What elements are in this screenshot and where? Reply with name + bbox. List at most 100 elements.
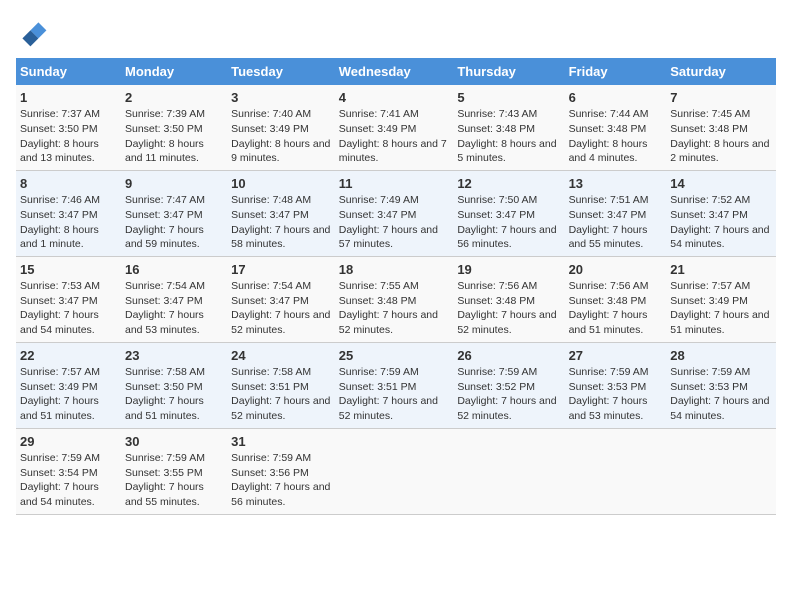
day-number: 23 — [125, 347, 223, 365]
day-number: 16 — [125, 261, 223, 279]
sunrise-text: Sunrise: 7:52 AM — [670, 193, 772, 208]
calendar-cell: 22 Sunrise: 7:57 AM Sunset: 3:49 PM Dayl… — [16, 342, 121, 428]
header-cell-wednesday: Wednesday — [335, 58, 454, 85]
sunset-text: Sunset: 3:47 PM — [231, 294, 331, 309]
sunrise-text: Sunrise: 7:54 AM — [231, 279, 331, 294]
sunset-text: Sunset: 3:47 PM — [670, 208, 772, 223]
calendar-cell: 11 Sunrise: 7:49 AM Sunset: 3:47 PM Dayl… — [335, 170, 454, 256]
calendar-cell: 18 Sunrise: 7:55 AM Sunset: 3:48 PM Dayl… — [335, 256, 454, 342]
daylight-text: Daylight: 7 hours and 55 minutes. — [569, 223, 663, 252]
calendar-cell: 19 Sunrise: 7:56 AM Sunset: 3:48 PM Dayl… — [453, 256, 564, 342]
week-row-3: 15 Sunrise: 7:53 AM Sunset: 3:47 PM Dayl… — [16, 256, 776, 342]
daylight-text: Daylight: 7 hours and 51 minutes. — [20, 394, 117, 423]
daylight-text: Daylight: 7 hours and 52 minutes. — [457, 394, 560, 423]
sunset-text: Sunset: 3:55 PM — [125, 466, 223, 481]
daylight-text: Daylight: 7 hours and 52 minutes. — [231, 308, 331, 337]
sunrise-text: Sunrise: 7:56 AM — [457, 279, 560, 294]
sunset-text: Sunset: 3:48 PM — [569, 122, 663, 137]
sunrise-text: Sunrise: 7:39 AM — [125, 107, 223, 122]
daylight-text: Daylight: 7 hours and 53 minutes. — [125, 308, 223, 337]
header-cell-tuesday: Tuesday — [227, 58, 335, 85]
daylight-text: Daylight: 8 hours and 4 minutes. — [569, 137, 663, 166]
sunset-text: Sunset: 3:47 PM — [125, 208, 223, 223]
day-number: 29 — [20, 433, 117, 451]
header-cell-thursday: Thursday — [453, 58, 564, 85]
calendar-cell: 16 Sunrise: 7:54 AM Sunset: 3:47 PM Dayl… — [121, 256, 227, 342]
sunrise-text: Sunrise: 7:59 AM — [569, 365, 663, 380]
daylight-text: Daylight: 8 hours and 7 minutes. — [339, 137, 450, 166]
sunset-text: Sunset: 3:50 PM — [125, 122, 223, 137]
sunrise-text: Sunrise: 7:44 AM — [569, 107, 663, 122]
calendar-cell — [565, 428, 667, 514]
day-number: 12 — [457, 175, 560, 193]
sunset-text: Sunset: 3:49 PM — [20, 380, 117, 395]
daylight-text: Daylight: 8 hours and 9 minutes. — [231, 137, 331, 166]
daylight-text: Daylight: 8 hours and 5 minutes. — [457, 137, 560, 166]
day-number: 18 — [339, 261, 450, 279]
sunset-text: Sunset: 3:50 PM — [20, 122, 117, 137]
sunset-text: Sunset: 3:47 PM — [125, 294, 223, 309]
daylight-text: Daylight: 7 hours and 53 minutes. — [569, 394, 663, 423]
sunrise-text: Sunrise: 7:59 AM — [231, 451, 331, 466]
sunrise-text: Sunrise: 7:49 AM — [339, 193, 450, 208]
header-row: SundayMondayTuesdayWednesdayThursdayFrid… — [16, 58, 776, 85]
sunset-text: Sunset: 3:48 PM — [670, 122, 772, 137]
sunrise-text: Sunrise: 7:59 AM — [670, 365, 772, 380]
calendar-cell: 7 Sunrise: 7:45 AM Sunset: 3:48 PM Dayli… — [666, 85, 776, 170]
calendar-table: SundayMondayTuesdayWednesdayThursdayFrid… — [16, 58, 776, 515]
sunset-text: Sunset: 3:53 PM — [670, 380, 772, 395]
day-number: 20 — [569, 261, 663, 279]
sunrise-text: Sunrise: 7:54 AM — [125, 279, 223, 294]
calendar-cell: 5 Sunrise: 7:43 AM Sunset: 3:48 PM Dayli… — [453, 85, 564, 170]
sunset-text: Sunset: 3:49 PM — [339, 122, 450, 137]
day-number: 7 — [670, 89, 772, 107]
daylight-text: Daylight: 7 hours and 52 minutes. — [457, 308, 560, 337]
daylight-text: Daylight: 8 hours and 2 minutes. — [670, 137, 772, 166]
sunset-text: Sunset: 3:51 PM — [231, 380, 331, 395]
calendar-cell: 3 Sunrise: 7:40 AM Sunset: 3:49 PM Dayli… — [227, 85, 335, 170]
sunrise-text: Sunrise: 7:59 AM — [339, 365, 450, 380]
day-number: 6 — [569, 89, 663, 107]
calendar-cell — [453, 428, 564, 514]
week-row-2: 8 Sunrise: 7:46 AM Sunset: 3:47 PM Dayli… — [16, 170, 776, 256]
calendar-cell: 29 Sunrise: 7:59 AM Sunset: 3:54 PM Dayl… — [16, 428, 121, 514]
daylight-text: Daylight: 8 hours and 1 minute. — [20, 223, 117, 252]
daylight-text: Daylight: 8 hours and 11 minutes. — [125, 137, 223, 166]
calendar-cell: 10 Sunrise: 7:48 AM Sunset: 3:47 PM Dayl… — [227, 170, 335, 256]
daylight-text: Daylight: 7 hours and 59 minutes. — [125, 223, 223, 252]
daylight-text: Daylight: 8 hours and 13 minutes. — [20, 137, 117, 166]
daylight-text: Daylight: 7 hours and 52 minutes. — [339, 308, 450, 337]
calendar-cell — [666, 428, 776, 514]
week-row-5: 29 Sunrise: 7:59 AM Sunset: 3:54 PM Dayl… — [16, 428, 776, 514]
day-number: 31 — [231, 433, 331, 451]
day-number: 4 — [339, 89, 450, 107]
sunrise-text: Sunrise: 7:40 AM — [231, 107, 331, 122]
sunrise-text: Sunrise: 7:46 AM — [20, 193, 117, 208]
sunrise-text: Sunrise: 7:45 AM — [670, 107, 772, 122]
daylight-text: Daylight: 7 hours and 54 minutes. — [20, 308, 117, 337]
calendar-cell: 8 Sunrise: 7:46 AM Sunset: 3:47 PM Dayli… — [16, 170, 121, 256]
calendar-cell: 12 Sunrise: 7:50 AM Sunset: 3:47 PM Dayl… — [453, 170, 564, 256]
sunset-text: Sunset: 3:48 PM — [457, 294, 560, 309]
sunset-text: Sunset: 3:52 PM — [457, 380, 560, 395]
calendar-cell: 24 Sunrise: 7:58 AM Sunset: 3:51 PM Dayl… — [227, 342, 335, 428]
daylight-text: Daylight: 7 hours and 54 minutes. — [670, 394, 772, 423]
sunrise-text: Sunrise: 7:59 AM — [20, 451, 117, 466]
sunset-text: Sunset: 3:50 PM — [125, 380, 223, 395]
daylight-text: Daylight: 7 hours and 51 minutes. — [569, 308, 663, 337]
calendar-cell: 21 Sunrise: 7:57 AM Sunset: 3:49 PM Dayl… — [666, 256, 776, 342]
calendar-cell — [335, 428, 454, 514]
day-number: 28 — [670, 347, 772, 365]
sunset-text: Sunset: 3:47 PM — [20, 208, 117, 223]
sunrise-text: Sunrise: 7:48 AM — [231, 193, 331, 208]
day-number: 19 — [457, 261, 560, 279]
daylight-text: Daylight: 7 hours and 56 minutes. — [457, 223, 560, 252]
day-number: 26 — [457, 347, 560, 365]
day-number: 27 — [569, 347, 663, 365]
calendar-cell: 14 Sunrise: 7:52 AM Sunset: 3:47 PM Dayl… — [666, 170, 776, 256]
calendar-cell: 25 Sunrise: 7:59 AM Sunset: 3:51 PM Dayl… — [335, 342, 454, 428]
sunrise-text: Sunrise: 7:58 AM — [231, 365, 331, 380]
calendar-cell: 23 Sunrise: 7:58 AM Sunset: 3:50 PM Dayl… — [121, 342, 227, 428]
sunset-text: Sunset: 3:47 PM — [457, 208, 560, 223]
daylight-text: Daylight: 7 hours and 54 minutes. — [670, 223, 772, 252]
